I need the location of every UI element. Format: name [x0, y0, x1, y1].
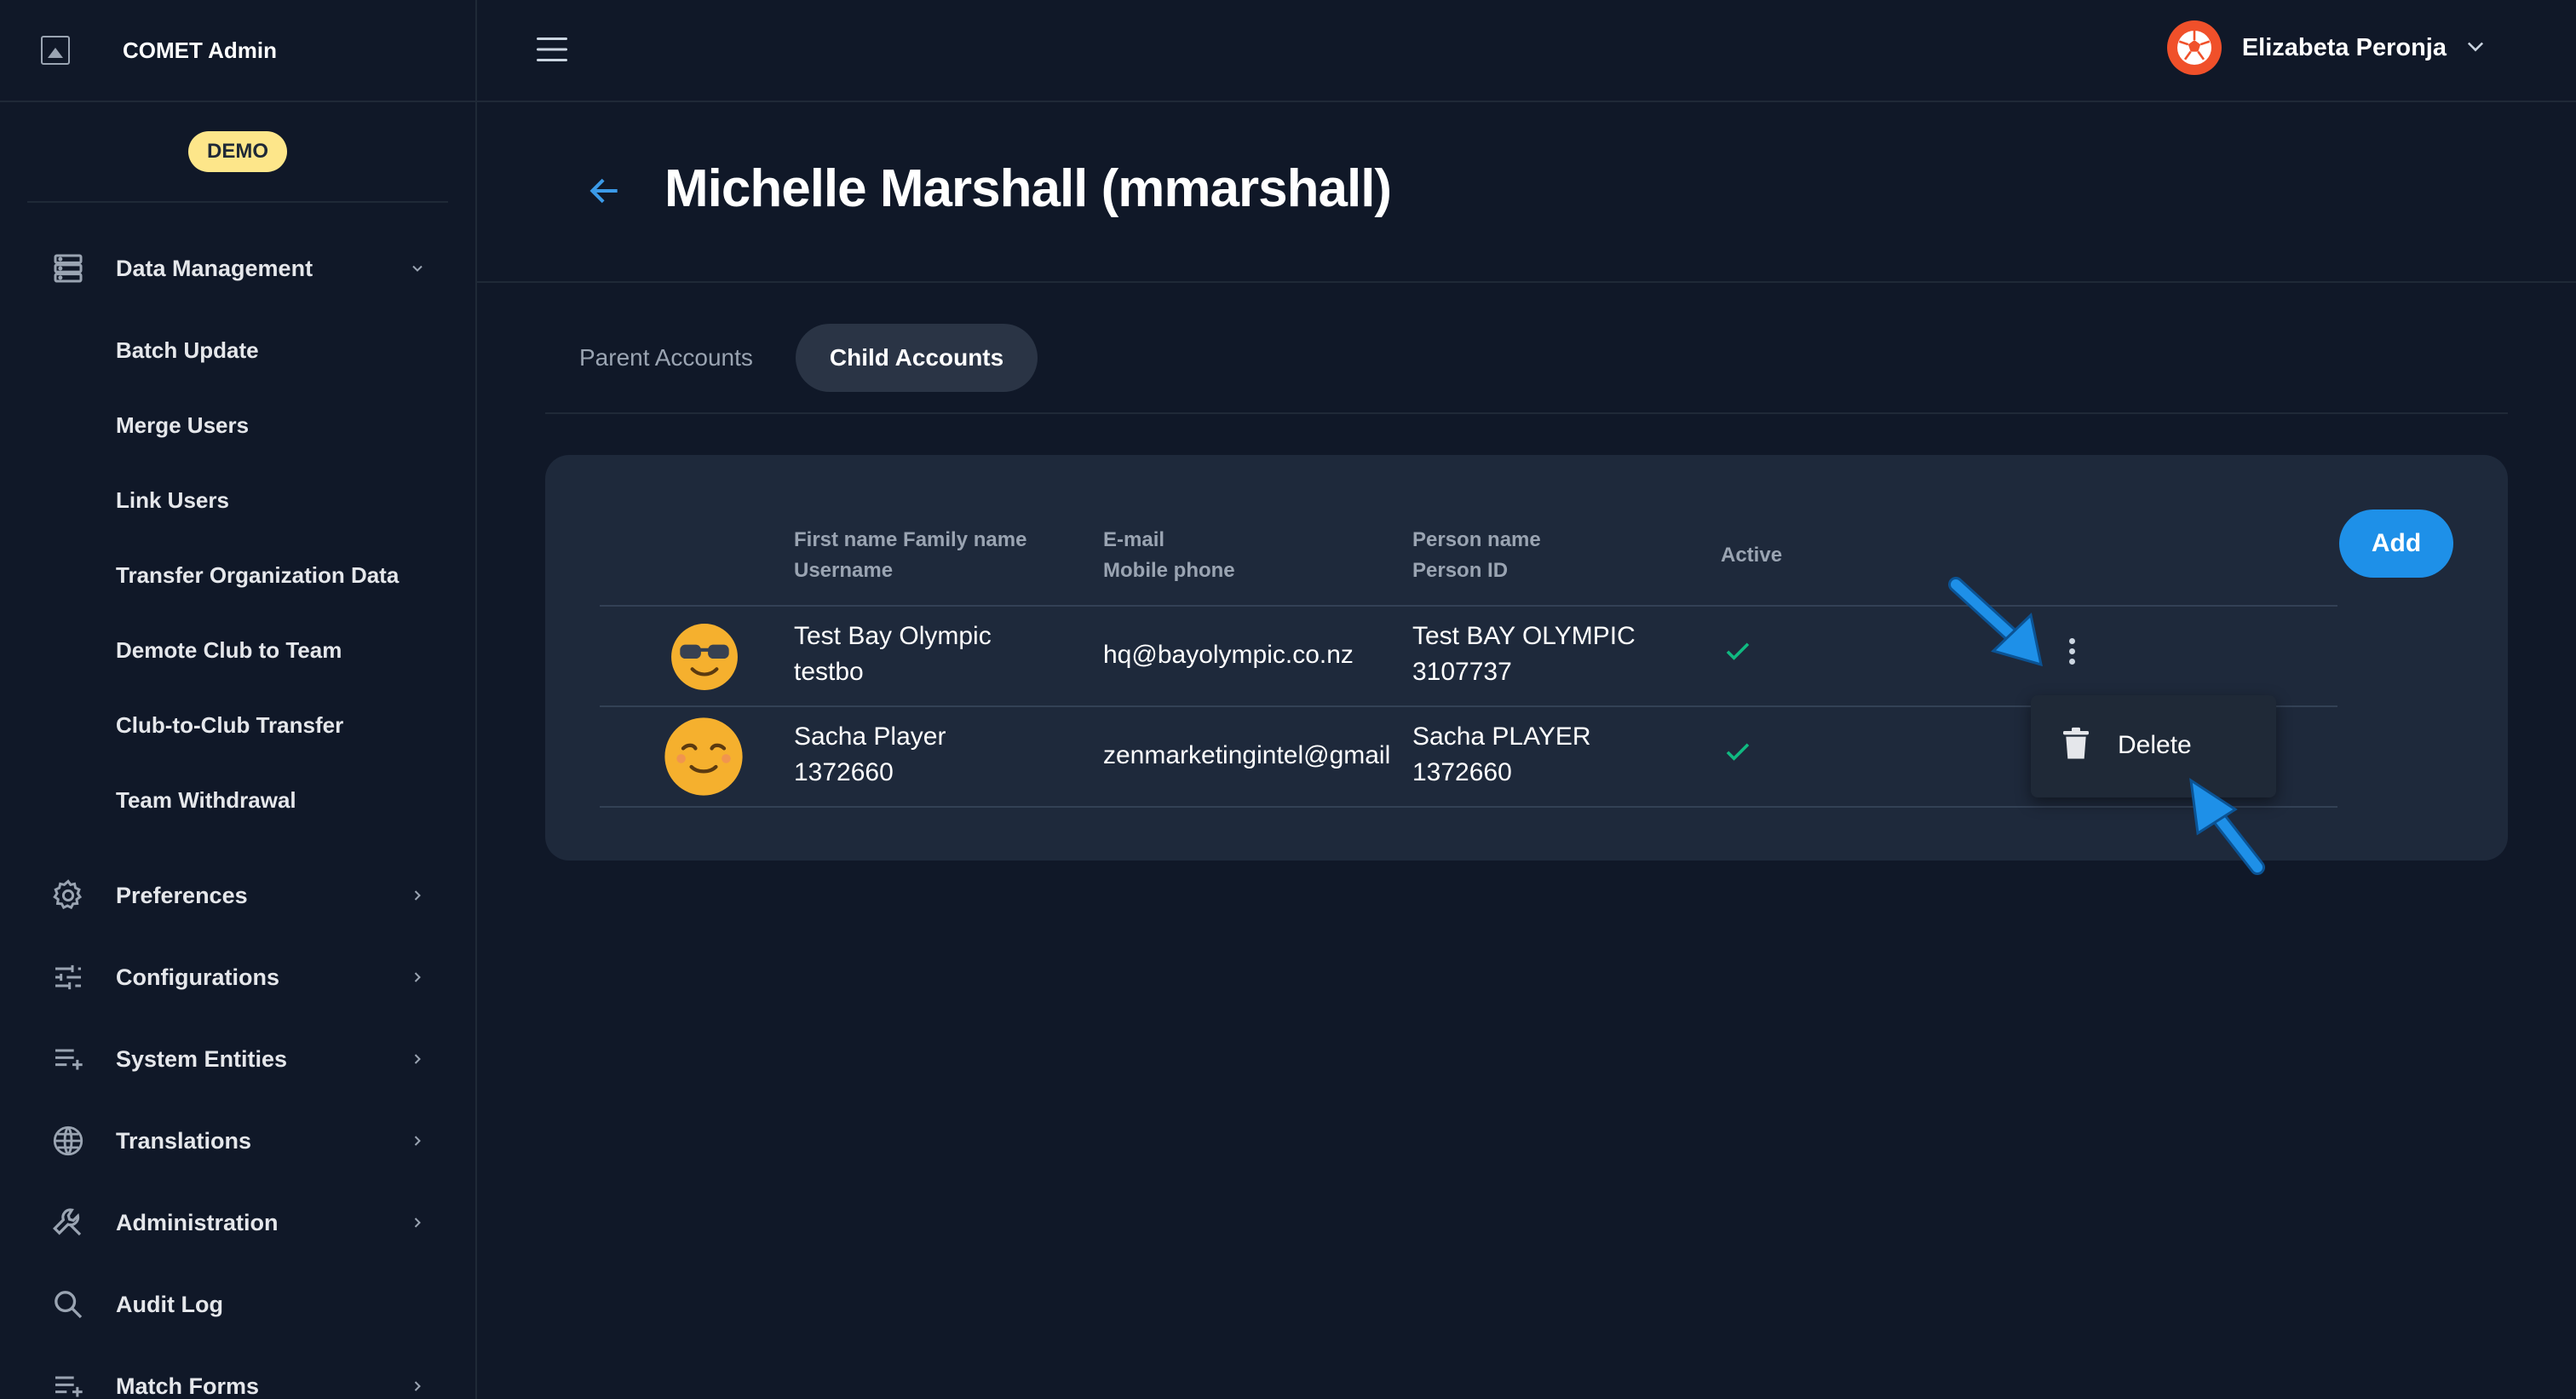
more-vertical-icon-dot	[2068, 637, 2075, 644]
search-icon	[49, 1286, 87, 1323]
sidebar-item-label: Configurations	[116, 964, 279, 990]
cell-email: zenmarketingintel@gmail	[1103, 741, 1391, 769]
user-menu[interactable]: Elizabeta Peronja	[2166, 20, 2487, 75]
globe-icon	[49, 1122, 87, 1160]
chevron-right-icon	[407, 1376, 428, 1396]
app-title: COMET Admin	[123, 37, 278, 63]
cell-person-name: Test BAY OLYMPIC	[1412, 622, 1636, 650]
cell-full-name: Sacha Player	[794, 723, 946, 751]
cell-person-id: 1372660	[1412, 758, 1512, 786]
sidebar-item-system-entities[interactable]: System Entities	[0, 1029, 475, 1089]
top-bar: Elizabeta Peronja	[477, 0, 2576, 102]
check-icon	[1722, 736, 1753, 771]
more-vertical-icon-dot	[2068, 658, 2075, 665]
menu-toggle-button[interactable]	[535, 34, 569, 65]
column-header-person: Person name Person ID	[1412, 525, 1541, 586]
sidebar-item-match-forms[interactable]: Match Forms	[0, 1356, 475, 1399]
column-header-line: Person ID	[1412, 559, 1509, 582]
sidebar-item-label: Administration	[116, 1209, 279, 1235]
app-logo[interactable]	[41, 36, 70, 65]
chevron-right-icon	[407, 1212, 428, 1233]
chevron-down-icon	[2464, 34, 2487, 62]
callout-arrow-icon	[1948, 577, 2043, 667]
hamburger-icon	[537, 37, 567, 61]
sidebar-item-configurations[interactable]: Configurations	[0, 947, 475, 1007]
sidebar-subitem-demote-club-to-team[interactable]: Demote Club to Team	[116, 629, 342, 671]
column-header-line: Username	[794, 559, 894, 582]
sidebar-subitem-batch-update[interactable]: Batch Update	[116, 329, 259, 371]
column-header-name: First name Family name Username	[794, 525, 1026, 586]
callout-arrow-icon	[2189, 777, 2265, 875]
sunglasses-emoji-icon	[670, 622, 739, 696]
sidebar-subitem-link-users[interactable]: Link Users	[116, 479, 229, 521]
sliders-icon	[49, 959, 87, 996]
soccer-ball-icon	[2176, 31, 2211, 65]
sidebar-subitem-merge-users[interactable]: Merge Users	[116, 404, 249, 446]
user-name: Elizabeta Peronja	[2241, 33, 2447, 61]
column-header-contact: E-mail Mobile phone	[1103, 525, 1235, 586]
sidebar-item-preferences[interactable]: Preferences	[0, 866, 475, 925]
sidebar-item-label: Translations	[116, 1127, 252, 1154]
chevron-right-icon	[407, 1049, 428, 1069]
sidebar-subitem-transfer-organization-data[interactable]: Transfer Organization Data	[116, 554, 399, 596]
sidebar-header: COMET Admin	[0, 0, 475, 102]
sidebar-item-label: Match Forms	[116, 1373, 260, 1399]
column-header-line: First name Family name	[794, 528, 1027, 551]
more-vertical-icon-dot	[2068, 648, 2075, 654]
column-header-line: E-mail	[1103, 528, 1165, 551]
sidebar-item-label: System Entities	[116, 1045, 288, 1072]
list-add-icon	[49, 1040, 87, 1078]
add-button[interactable]: Add	[2339, 510, 2453, 578]
sidebar-item-label: Preferences	[116, 882, 248, 908]
gear-icon	[49, 877, 87, 914]
delete-label: Delete	[2118, 731, 2192, 759]
list-add-icon	[49, 1367, 87, 1399]
check-icon	[1722, 636, 1753, 671]
database-icon	[49, 250, 87, 287]
page-title: Michelle Marshall (mmarshall)	[664, 159, 1392, 218]
sidebar-item-translations[interactable]: Translations	[0, 1111, 475, 1171]
column-header-line: Person name	[1412, 528, 1541, 551]
tab-parent-accounts[interactable]: Parent Accounts	[545, 324, 787, 392]
table-divider	[600, 806, 2337, 808]
sidebar-item-audit-log[interactable]: Audit Log	[0, 1275, 475, 1334]
trash-icon	[2061, 727, 2090, 765]
cell-username: 1372660	[794, 758, 894, 786]
arrow-left-icon	[589, 178, 618, 204]
back-button[interactable]	[586, 172, 624, 210]
sidebar-item-administration[interactable]: Administration	[0, 1193, 475, 1252]
chevron-down-icon	[407, 258, 428, 279]
sidebar-subitem-club-to-club-transfer[interactable]: Club-to-Club Transfer	[116, 704, 343, 746]
sidebar-item-label: Audit Log	[116, 1291, 223, 1317]
cell-person-id: 3107737	[1412, 658, 1512, 686]
demo-badge: DEMO	[188, 131, 287, 172]
environment-badge-area: DEMO	[27, 102, 448, 203]
avatar	[2166, 20, 2222, 75]
smiling-emoji-icon	[663, 716, 745, 802]
cell-full-name: Test Bay Olympic	[794, 622, 992, 650]
wrench-icon	[49, 1204, 87, 1241]
cell-email: hq@bayolympic.co.nz	[1103, 641, 1354, 669]
table-divider	[600, 605, 2337, 607]
chevron-right-icon	[407, 967, 428, 987]
column-header-line: Mobile phone	[1103, 559, 1235, 582]
column-header-active: Active	[1721, 544, 1783, 567]
sidebar: COMET Admin DEMO Data Management Batch U…	[0, 0, 477, 1399]
sidebar-item-data-management[interactable]: Data Management	[0, 239, 475, 298]
row-actions-button[interactable]	[2055, 625, 2089, 676]
chevron-right-icon	[407, 1131, 428, 1151]
cell-username: testbo	[794, 658, 864, 686]
sidebar-subitem-team-withdrawal[interactable]: Team Withdrawal	[116, 779, 296, 821]
chevron-right-icon	[407, 885, 428, 906]
account-tabs: Parent Accounts Child Accounts	[545, 324, 2508, 414]
page-header: Michelle Marshall (mmarshall)	[477, 102, 2576, 283]
tab-child-accounts[interactable]: Child Accounts	[795, 324, 1038, 392]
cell-person-name: Sacha PLAYER	[1412, 723, 1591, 751]
sidebar-item-label: Data Management	[116, 255, 313, 281]
